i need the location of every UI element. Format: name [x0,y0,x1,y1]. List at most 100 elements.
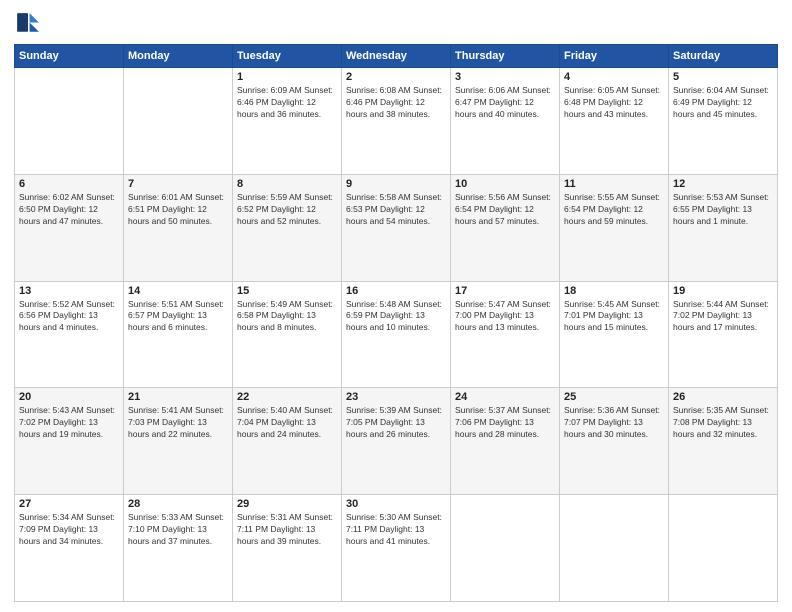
day-number: 5 [673,71,773,83]
day-info: Sunrise: 6:01 AM Sunset: 6:51 PM Dayligh… [128,192,228,228]
day-number: 17 [455,285,555,297]
day-number: 23 [346,391,446,403]
calendar-cell: 7 Sunrise: 6:01 AM Sunset: 6:51 PM Daylig… [124,174,233,281]
day-info: Sunrise: 5:51 AM Sunset: 6:57 PM Dayligh… [128,299,228,335]
day-info: Sunrise: 5:58 AM Sunset: 6:53 PM Dayligh… [346,192,446,228]
day-info: Sunrise: 5:35 AM Sunset: 7:08 PM Dayligh… [673,405,773,441]
day-info: Sunrise: 5:55 AM Sunset: 6:54 PM Dayligh… [564,192,664,228]
day-info: Sunrise: 5:33 AM Sunset: 7:10 PM Dayligh… [128,512,228,548]
logo-icon [14,10,42,38]
day-number: 21 [128,391,228,403]
calendar-cell: 8Sunrise: 5:59 AM Sunset: 6:52 PM Daylig… [233,174,342,281]
day-info: Sunrise: 5:39 AM Sunset: 7:05 PM Dayligh… [346,405,446,441]
day-number: 4 [564,71,664,83]
day-info: Sunrise: 5:36 AM Sunset: 7:07 PM Dayligh… [564,405,664,441]
day-info: Sunrise: 6:06 AM Sunset: 6:47 PM Dayligh… [455,85,555,121]
day-info: Sunrise: 5:48 AM Sunset: 6:59 PM Dayligh… [346,299,446,335]
weekday-header-sunday: Sunday [15,45,124,68]
calendar-cell [124,68,233,175]
day-info: Sunrise: 5:56 AM Sunset: 6:54 PM Dayligh… [455,192,555,228]
calendar-cell [669,495,778,602]
day-number: 24 [455,391,555,403]
calendar-cell: 30 Sunrise: 5:30 AM Sunset: 7:11 PM Dayli… [342,495,451,602]
calendar-cell: 15Sunrise: 5:49 AM Sunset: 6:58 PM Dayli… [233,281,342,388]
calendar-cell: 13Sunrise: 5:52 AM Sunset: 6:56 PM Dayli… [15,281,124,388]
calendar-cell: 25 Sunrise: 5:36 AM Sunset: 7:07 PM Dayli… [560,388,669,495]
day-number: 19 [673,285,773,297]
calendar-cell: 20Sunrise: 5:43 AM Sunset: 7:02 PM Dayli… [15,388,124,495]
calendar-week-5: 27Sunrise: 5:34 AM Sunset: 7:09 PM Dayli… [15,495,778,602]
calendar-cell: 19 Sunrise: 5:44 AM Sunset: 7:02 PM Dayli… [669,281,778,388]
day-number: 25 [564,391,664,403]
calendar-cell: 23 Sunrise: 5:39 AM Sunset: 7:05 PM Dayli… [342,388,451,495]
calendar-cell: 6 Sunrise: 6:02 AM Sunset: 6:50 PM Daylig… [15,174,124,281]
weekday-header-monday: Monday [124,45,233,68]
calendar-cell: 2 Sunrise: 6:08 AM Sunset: 6:46 PM Daylig… [342,68,451,175]
calendar-cell: 27Sunrise: 5:34 AM Sunset: 7:09 PM Dayli… [15,495,124,602]
calendar-cell: 29 Sunrise: 5:31 AM Sunset: 7:11 PM Dayli… [233,495,342,602]
day-number: 29 [237,498,337,510]
weekday-header-wednesday: Wednesday [342,45,451,68]
day-number: 16 [346,285,446,297]
calendar-cell: 22 Sunrise: 5:40 AM Sunset: 7:04 PM Dayli… [233,388,342,495]
weekday-header-friday: Friday [560,45,669,68]
day-info: Sunrise: 5:47 AM Sunset: 7:00 PM Dayligh… [455,299,555,335]
calendar-cell: 17 Sunrise: 5:47 AM Sunset: 7:00 PM Dayli… [451,281,560,388]
calendar-cell: 21 Sunrise: 5:41 AM Sunset: 7:03 PM Dayli… [124,388,233,495]
day-info: Sunrise: 5:30 AM Sunset: 7:11 PM Dayligh… [346,512,446,548]
day-number: 30 [346,498,446,510]
calendar-cell: 14 Sunrise: 5:51 AM Sunset: 6:57 PM Dayli… [124,281,233,388]
day-number: 11 [564,178,664,190]
day-number: 12 [673,178,773,190]
calendar-cell: 9 Sunrise: 5:58 AM Sunset: 6:53 PM Daylig… [342,174,451,281]
calendar-cell: 5 Sunrise: 6:04 AM Sunset: 6:49 PM Daylig… [669,68,778,175]
calendar-week-3: 13Sunrise: 5:52 AM Sunset: 6:56 PM Dayli… [15,281,778,388]
day-info: Sunrise: 5:37 AM Sunset: 7:06 PM Dayligh… [455,405,555,441]
day-number: 3 [455,71,555,83]
calendar-table: SundayMondayTuesdayWednesdayThursdayFrid… [14,44,778,602]
day-number: 22 [237,391,337,403]
day-number: 20 [19,391,119,403]
weekday-header-saturday: Saturday [669,45,778,68]
day-number: 18 [564,285,664,297]
day-info: Sunrise: 6:08 AM Sunset: 6:46 PM Dayligh… [346,85,446,121]
weekday-header-row: SundayMondayTuesdayWednesdayThursdayFrid… [15,45,778,68]
day-number: 14 [128,285,228,297]
calendar-cell: 3 Sunrise: 6:06 AM Sunset: 6:47 PM Daylig… [451,68,560,175]
weekday-header-thursday: Thursday [451,45,560,68]
day-number: 27 [19,498,119,510]
calendar-cell: 4 Sunrise: 6:05 AM Sunset: 6:48 PM Daylig… [560,68,669,175]
day-info: Sunrise: 6:09 AM Sunset: 6:46 PM Dayligh… [237,85,337,121]
day-number: 15 [237,285,337,297]
calendar-cell: 10 Sunrise: 5:56 AM Sunset: 6:54 PM Dayli… [451,174,560,281]
weekday-header-tuesday: Tuesday [233,45,342,68]
calendar-cell: 11 Sunrise: 5:55 AM Sunset: 6:54 PM Dayli… [560,174,669,281]
calendar-cell: 24 Sunrise: 5:37 AM Sunset: 7:06 PM Dayli… [451,388,560,495]
calendar-cell: 16 Sunrise: 5:48 AM Sunset: 6:59 PM Dayli… [342,281,451,388]
calendar-cell [15,68,124,175]
day-number: 26 [673,391,773,403]
day-number: 10 [455,178,555,190]
calendar-week-4: 20Sunrise: 5:43 AM Sunset: 7:02 PM Dayli… [15,388,778,495]
calendar-cell: 28 Sunrise: 5:33 AM Sunset: 7:10 PM Dayli… [124,495,233,602]
day-number: 28 [128,498,228,510]
day-number: 13 [19,285,119,297]
day-info: Sunrise: 5:45 AM Sunset: 7:01 PM Dayligh… [564,299,664,335]
calendar-cell: 1Sunrise: 6:09 AM Sunset: 6:46 PM Daylig… [233,68,342,175]
day-info: Sunrise: 6:04 AM Sunset: 6:49 PM Dayligh… [673,85,773,121]
page-header [14,10,778,38]
day-info: Sunrise: 5:40 AM Sunset: 7:04 PM Dayligh… [237,405,337,441]
day-info: Sunrise: 5:31 AM Sunset: 7:11 PM Dayligh… [237,512,337,548]
day-number: 7 [128,178,228,190]
day-number: 2 [346,71,446,83]
day-number: 9 [346,178,446,190]
day-info: Sunrise: 6:05 AM Sunset: 6:48 PM Dayligh… [564,85,664,121]
day-info: Sunrise: 5:59 AM Sunset: 6:52 PM Dayligh… [237,192,337,228]
calendar-cell: 26 Sunrise: 5:35 AM Sunset: 7:08 PM Dayli… [669,388,778,495]
day-info: Sunrise: 6:02 AM Sunset: 6:50 PM Dayligh… [19,192,119,228]
day-number: 6 [19,178,119,190]
day-info: Sunrise: 5:53 AM Sunset: 6:55 PM Dayligh… [673,192,773,228]
calendar-cell [451,495,560,602]
day-info: Sunrise: 5:44 AM Sunset: 7:02 PM Dayligh… [673,299,773,335]
day-info: Sunrise: 5:41 AM Sunset: 7:03 PM Dayligh… [128,405,228,441]
